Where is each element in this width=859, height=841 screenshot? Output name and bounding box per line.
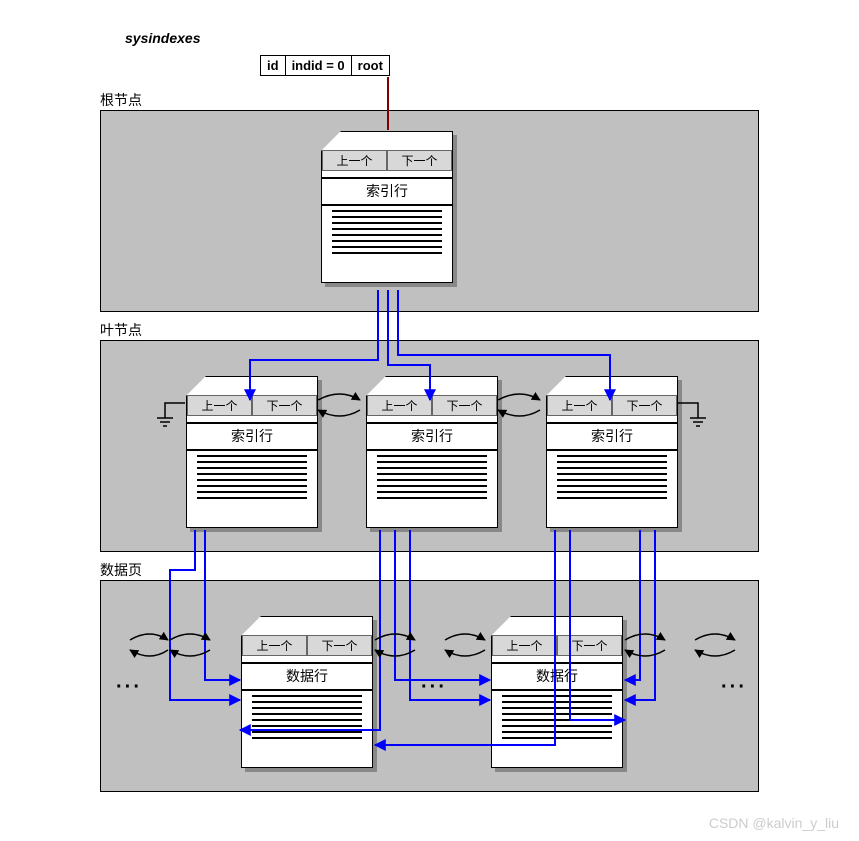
sys-cell-id: id bbox=[261, 56, 286, 75]
leaf-page-3: 上一个下一个 索引行 bbox=[546, 376, 678, 528]
nav-prev: 上一个 bbox=[367, 395, 432, 416]
diagram-title: sysindexes bbox=[125, 30, 201, 46]
label-leaf-level: 叶节点 bbox=[100, 320, 142, 340]
watermark: CSDN @kalvin_y_liu bbox=[709, 815, 839, 831]
label-root-level: 根节点 bbox=[100, 90, 142, 110]
label-data-level: 数据页 bbox=[100, 560, 142, 580]
ellipsis-mid: ··· bbox=[421, 676, 447, 699]
page-body-title: 数据行 bbox=[242, 662, 372, 691]
ellipsis-right: ··· bbox=[721, 676, 747, 699]
nav-next: 下一个 bbox=[307, 635, 372, 656]
page-body-title: 索引行 bbox=[187, 422, 317, 451]
nav-next: 下一个 bbox=[252, 395, 317, 416]
sys-cell-root: root bbox=[352, 56, 389, 75]
sys-cell-indid: indid = 0 bbox=[286, 56, 352, 75]
nav-next: 下一个 bbox=[432, 395, 497, 416]
nav-next: 下一个 bbox=[387, 150, 452, 171]
leaf-page-2: 上一个下一个 索引行 bbox=[366, 376, 498, 528]
nav-prev: 上一个 bbox=[322, 150, 387, 171]
leaf-page-1: 上一个下一个 索引行 bbox=[186, 376, 318, 528]
nav-prev: 上一个 bbox=[547, 395, 612, 416]
ellipsis-left: ··· bbox=[116, 676, 142, 699]
data-page-1: 上一个下一个 数据行 bbox=[241, 616, 373, 768]
nav-next: 下一个 bbox=[557, 635, 622, 656]
nav-prev: 上一个 bbox=[242, 635, 307, 656]
page-body-title: 索引行 bbox=[367, 422, 497, 451]
leaf-level-box: 上一个下一个 索引行 上一个下一个 索引行 上一个下一个 索引行 bbox=[100, 340, 759, 552]
sysindexes-row: id indid = 0 root bbox=[260, 55, 390, 76]
nav-prev: 上一个 bbox=[492, 635, 557, 656]
root-level-box: 上一个 下一个 索引行 bbox=[100, 110, 759, 312]
data-page-2: 上一个下一个 数据行 bbox=[491, 616, 623, 768]
nav-prev: 上一个 bbox=[187, 395, 252, 416]
root-page: 上一个 下一个 索引行 bbox=[321, 131, 453, 283]
page-body-title: 数据行 bbox=[492, 662, 622, 691]
page-body-title: 索引行 bbox=[547, 422, 677, 451]
nav-next: 下一个 bbox=[612, 395, 677, 416]
data-level-box: 上一个下一个 数据行 上一个下一个 数据行 ··· ··· ··· bbox=[100, 580, 759, 792]
page-body-title: 索引行 bbox=[322, 177, 452, 206]
